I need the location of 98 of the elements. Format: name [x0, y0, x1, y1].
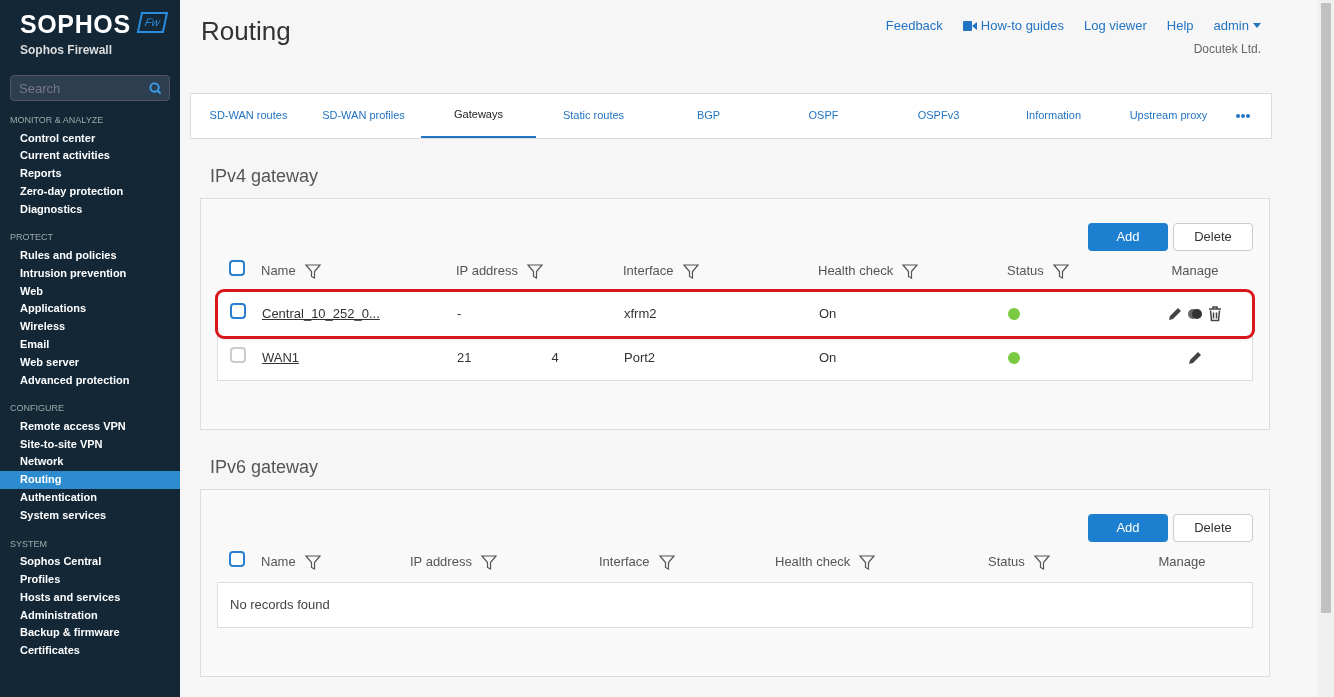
gateway-link[interactable]: Central_10_252_0... [262, 303, 380, 324]
nav-item[interactable]: Remote access VPN [0, 417, 180, 436]
header-link[interactable]: Feedback [885, 16, 943, 36]
column-header: Status [1007, 261, 1044, 280]
row-checkbox[interactable] [230, 302, 246, 319]
table-cell-text: On [819, 304, 838, 323]
user-menu[interactable]: admin [1213, 16, 1261, 36]
nav-item[interactable]: Backup & firmware [0, 624, 180, 643]
nav-item[interactable]: System services [0, 506, 180, 525]
pencil-icon[interactable] [1167, 305, 1183, 322]
filter-icon[interactable] [479, 552, 498, 571]
header-link[interactable]: Log viewer [1083, 16, 1147, 36]
tab[interactable]: OSPF [766, 93, 881, 138]
filter-icon[interactable] [681, 261, 700, 280]
nav-item[interactable]: Network [0, 453, 180, 472]
section-title: IPv4 gateway [210, 164, 320, 188]
tab[interactable]: Gateways [421, 93, 536, 138]
delete-button[interactable]: Delete [1173, 222, 1253, 251]
company-name: Docutek Ltd. [1193, 40, 1261, 58]
tab[interactable]: Upstream proxy [1111, 93, 1226, 138]
nav-item[interactable]: Administration [0, 606, 180, 625]
column-header: Health check [775, 552, 851, 571]
filter-icon[interactable] [657, 552, 676, 571]
section-heading: MONITOR & ANALYZE [9, 114, 105, 127]
pencil-icon[interactable] [1187, 350, 1203, 366]
product-badge: Fw [136, 12, 168, 33]
tab[interactable]: SD-WAN routes [191, 93, 306, 138]
filter-icon[interactable] [303, 261, 322, 280]
section-heading: PROTECT [9, 231, 54, 245]
product-name: Sophos Firewall [19, 42, 113, 59]
tab[interactable]: Static routes [536, 93, 651, 138]
nav-item[interactable]: Web [0, 282, 180, 301]
tab[interactable]: BGP [651, 93, 766, 138]
caret-icon [1253, 23, 1261, 29]
table-cell-text: Port2 [624, 349, 657, 368]
column-header: Health check [818, 261, 894, 280]
nav-item[interactable]: Sophos Central [0, 553, 180, 571]
filter-icon[interactable] [901, 261, 920, 280]
brand-logo: SOPHOS [20, 12, 131, 37]
tab[interactable]: Information [996, 93, 1111, 138]
column-header: IP address [410, 552, 472, 571]
nav-item[interactable]: Reports [0, 165, 180, 183]
section-heading: CONFIGURE [9, 402, 65, 416]
column-header: Status [988, 552, 1025, 571]
column-header: Name [261, 261, 296, 280]
nav-item[interactable]: Profiles [0, 570, 180, 589]
nav-item[interactable]: Rules and policies [0, 247, 180, 265]
nav-item[interactable]: Authentication [0, 489, 180, 507]
add-button[interactable]: Add [1088, 222, 1168, 251]
filter-icon[interactable] [858, 552, 877, 571]
column-header: Interface [623, 261, 674, 280]
table-cell-text: 21 [457, 349, 472, 368]
column-header: Manage [1158, 552, 1206, 571]
column-header: Interface [599, 552, 650, 571]
nav-item[interactable]: Intrusion prevention [0, 264, 180, 283]
search-icon[interactable] [149, 82, 162, 95]
tab[interactable]: SD-WAN profiles [306, 93, 421, 138]
table-cell-text: On [819, 349, 838, 368]
nav-item[interactable]: Site-to-site VPN [0, 435, 180, 454]
select-all-checkbox[interactable] [229, 259, 245, 276]
add-button[interactable]: Add [1088, 513, 1168, 542]
column-header: Name [261, 552, 296, 571]
section-heading: SYSTEM [9, 537, 48, 551]
column-header: IP address [456, 261, 518, 280]
header-link[interactable]: Help [1166, 16, 1194, 36]
table-cell-text: - [457, 304, 462, 323]
scrollbar[interactable] [1318, 0, 1334, 697]
nav-item[interactable]: Hosts and services [0, 588, 180, 607]
table-cell-text: 4 [551, 349, 559, 368]
nav-item[interactable]: Diagnostics [0, 200, 180, 219]
nav-item[interactable]: Email [0, 335, 180, 354]
nav-item[interactable]: Web server [0, 353, 180, 372]
nav-item[interactable]: Current activities [0, 147, 180, 166]
more-icon[interactable] [1236, 113, 1250, 118]
delete-button[interactable]: Delete [1173, 513, 1253, 542]
nav-item[interactable]: Certificates [0, 642, 180, 660]
filter-icon[interactable] [525, 261, 544, 280]
tab[interactable]: OSPFv3 [881, 93, 996, 138]
page-title: Routing [201, 15, 291, 48]
nav-item[interactable]: Control center [0, 129, 180, 148]
filter-icon[interactable] [1032, 552, 1051, 571]
nav-item[interactable]: Zero-day protection [0, 182, 180, 201]
filter-icon[interactable] [303, 552, 322, 571]
table-cell-text: xfrm2 [624, 304, 658, 323]
gateway-link[interactable]: WAN1 [262, 348, 300, 368]
select-all-checkbox[interactable] [229, 550, 245, 567]
nav-item[interactable]: Advanced protection [0, 371, 180, 390]
header-link[interactable]: How-to guides [962, 16, 1064, 36]
trash-icon[interactable] [1207, 305, 1223, 322]
nav-item[interactable]: Applications [0, 300, 180, 319]
nav-item[interactable]: Routing [0, 471, 180, 490]
empty-message: No records found [229, 595, 331, 614]
column-header: Manage [1171, 261, 1219, 280]
section-title: IPv6 gateway [210, 455, 320, 479]
nav-item[interactable]: Wireless [0, 318, 180, 336]
filter-icon[interactable] [1051, 261, 1070, 280]
video-camera-icon [962, 20, 977, 31]
search-field[interactable]: Search [10, 75, 170, 101]
